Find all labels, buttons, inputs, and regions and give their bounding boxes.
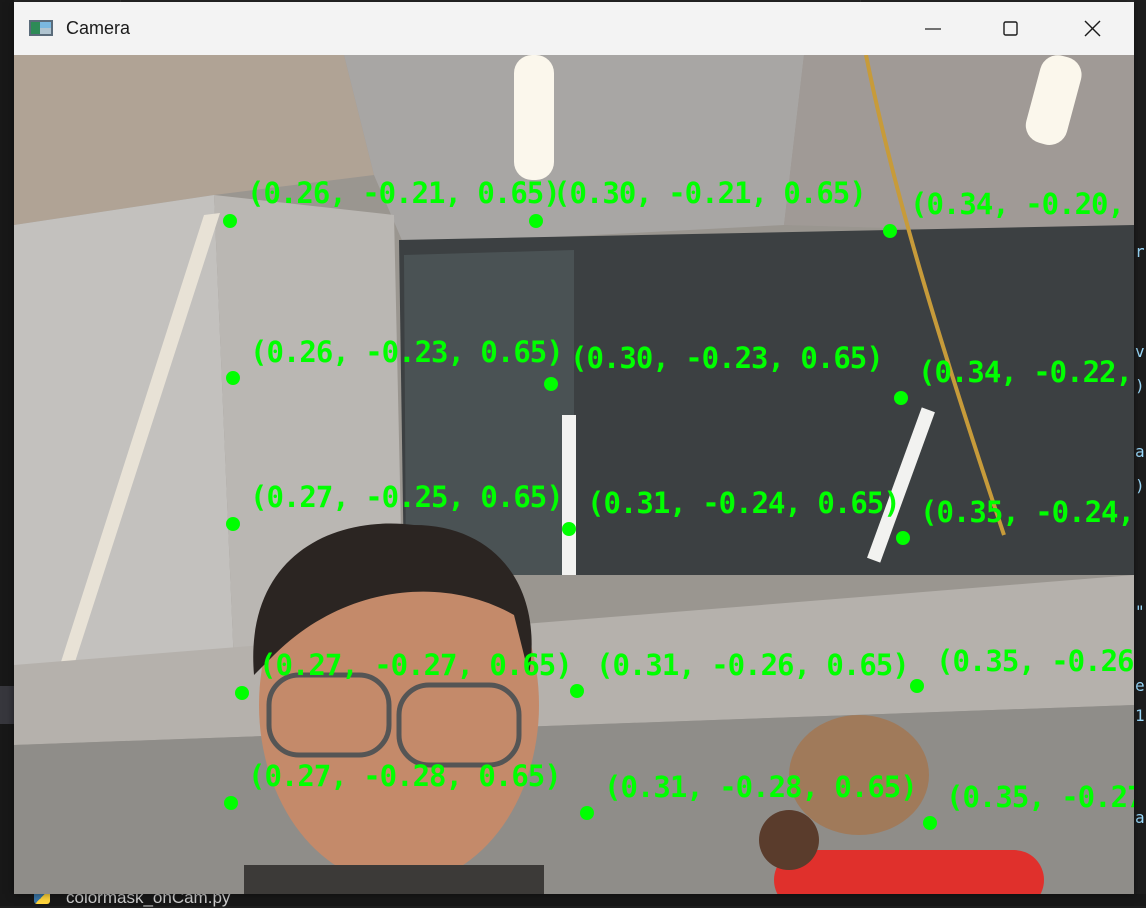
sidebar-selected-row[interactable] (0, 686, 14, 724)
editor-sidebar (0, 0, 14, 906)
tracking-point-label: (0.34, -0.22, 0 (918, 355, 1134, 389)
tracking-point-marker (580, 806, 594, 820)
tracking-point-marker (226, 517, 240, 531)
tracking-point-marker (570, 684, 584, 698)
tracking-point-label: (0.27, -0.28, 0.65) (248, 759, 562, 793)
code-fragment: " (1135, 602, 1145, 621)
tracking-point-label: (0.35, -0.27, (946, 780, 1134, 814)
maximize-button[interactable] (970, 2, 1052, 55)
tracking-point-label: (0.31, -0.28, 0.65) (604, 770, 918, 804)
tracking-point-marker (223, 214, 237, 228)
tracking-point-marker (529, 214, 543, 228)
code-fragment: r (1135, 242, 1145, 261)
code-fragment: v (1135, 342, 1145, 361)
tracking-point-marker (544, 377, 558, 391)
close-icon (1084, 20, 1101, 37)
maximize-icon (1003, 21, 1018, 36)
code-fragment: ) (1135, 476, 1145, 495)
camera-feed: (0.26, -0.21, 0.65) (0.30, -0.21, 0.65) (0… (14, 55, 1134, 894)
tracking-point-label: (0.35, -0.26, (936, 644, 1134, 678)
tracking-point-marker (894, 391, 908, 405)
minimize-icon (925, 28, 941, 30)
code-fragment: e (1135, 676, 1145, 695)
title-bar[interactable]: Camera (14, 2, 1134, 55)
tracking-point-label: (0.30, -0.21, 0.65) (553, 176, 867, 210)
editor-code-edge: r v) a) " e 1 a (1134, 0, 1146, 906)
tracking-point-marker (923, 816, 937, 830)
code-fragment: a (1135, 442, 1145, 461)
minimize-button[interactable] (892, 2, 974, 55)
camera-window: Camera (0.26, -0.21, 0.65) (0.30, -0.21,… (14, 2, 1134, 894)
code-fragment: 1 (1135, 706, 1145, 725)
tracking-point-label: (0.30, -0.23, 0.65) (570, 341, 884, 375)
window-title: Camera (66, 18, 131, 38)
tracking-point-marker (235, 686, 249, 700)
tracking-point-marker (562, 522, 576, 536)
tracking-point-label: (0.35, -0.24, 0 (920, 495, 1134, 529)
code-fragment: a (1135, 808, 1145, 827)
tracking-point-label: (0.27, -0.27, 0.65) (259, 648, 573, 682)
code-fragment: ) (1135, 376, 1145, 395)
tracking-point-label: (0.31, -0.24, 0.65) (587, 486, 901, 520)
tracking-point-marker (883, 224, 897, 238)
tracking-point-marker (226, 371, 240, 385)
tracking-point-marker (896, 531, 910, 545)
close-button[interactable] (1052, 2, 1134, 55)
tracking-point-label: (0.26, -0.23, 0.65) (250, 335, 564, 369)
tracking-point-marker (910, 679, 924, 693)
camera-app-icon (29, 20, 53, 36)
tracking-point-label: (0.34, -0.20, 0. (910, 187, 1134, 221)
tracking-point-label: (0.27, -0.25, 0.65) (250, 480, 564, 514)
tracking-point-label: (0.26, -0.21, 0.65) (247, 176, 561, 210)
editor-file-row[interactable]: colormask_onCam.py (0, 888, 1146, 907)
tracking-point-marker (224, 796, 238, 810)
tracking-point-label: (0.31, -0.26, 0.65) (596, 648, 910, 682)
